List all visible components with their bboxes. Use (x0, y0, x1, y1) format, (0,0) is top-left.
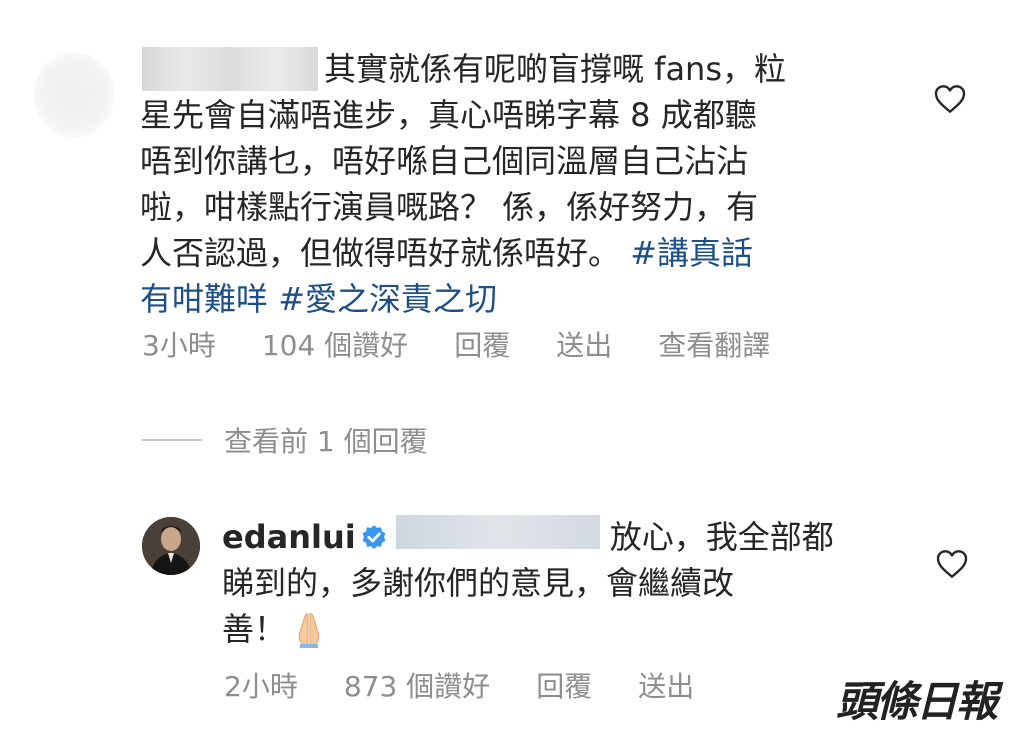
send-button[interactable]: 送出 (556, 324, 612, 364)
comment-meta: 3小時 104 個讚好 回覆 送出 查看翻譯 (142, 324, 816, 364)
reply-line-1: 放心，我全部都 (609, 518, 834, 556)
edanlui-avatar[interactable] (142, 517, 200, 575)
reply-timestamp: 2小時 (224, 670, 298, 703)
comment-line-3: 唔到你講乜，唔好喺自己個同溫層自己沾沾 (140, 142, 749, 180)
reply-button[interactable]: 回覆 (454, 324, 510, 364)
comment-body: 其實就係有呢啲盲撐嘅 fans，粒 星先會自滿唔進步，真心唔睇字幕 8 成都聽 … (140, 46, 880, 322)
send-button[interactable]: 送出 (638, 665, 694, 705)
reply-button[interactable]: 回覆 (536, 665, 592, 705)
replies-divider (142, 439, 202, 441)
reply-meta: 2小時 873 個讚好 回覆 送出 (224, 665, 740, 705)
mention-username-blurred[interactable] (396, 515, 600, 549)
hashtag-link-continued[interactable]: 有咁難咩 (140, 280, 268, 318)
heart-icon[interactable] (936, 549, 968, 579)
hashtag-link[interactable]: #講真話 (630, 234, 753, 272)
view-replies-toggle[interactable]: 查看前 1 個回覆 (142, 420, 428, 460)
publisher-watermark: 頭條日報 (836, 677, 998, 726)
comment-like-count[interactable]: 104 個讚好 (262, 324, 408, 364)
commenter-avatar-blurred[interactable] (34, 52, 114, 138)
reply-line-2: 睇到的，多謝你們的意見，會繼續改 (222, 564, 735, 602)
verified-badge-icon (362, 525, 386, 549)
reply-username[interactable]: edanlui (222, 518, 356, 556)
comment-line-1: 其實就係有呢啲盲撐嘅 fans，粒 (324, 50, 787, 88)
avatar-photo (142, 517, 200, 575)
comment-line-2: 星先會自滿唔進步，真心唔睇字幕 8 成都聽 (140, 96, 757, 134)
comment-timestamp: 3小時 (142, 329, 216, 362)
reply-line-3: 善！ (222, 610, 287, 648)
folded-hands-emoji-icon (298, 613, 320, 648)
comment-line-5: 人否認過，但做得唔好就係唔好。 (140, 234, 621, 272)
comment-line-4: 啦，咁樣點行演員嘅路？ 係，係好努力，有 (140, 188, 759, 226)
heart-icon[interactable] (934, 84, 966, 114)
see-translation-button[interactable]: 查看翻譯 (658, 324, 770, 364)
reply-like-count[interactable]: 873 個讚好 (344, 665, 490, 705)
view-replies-label[interactable]: 查看前 1 個回覆 (224, 420, 428, 460)
hashtag-link[interactable]: #愛之深責之切 (278, 280, 497, 318)
